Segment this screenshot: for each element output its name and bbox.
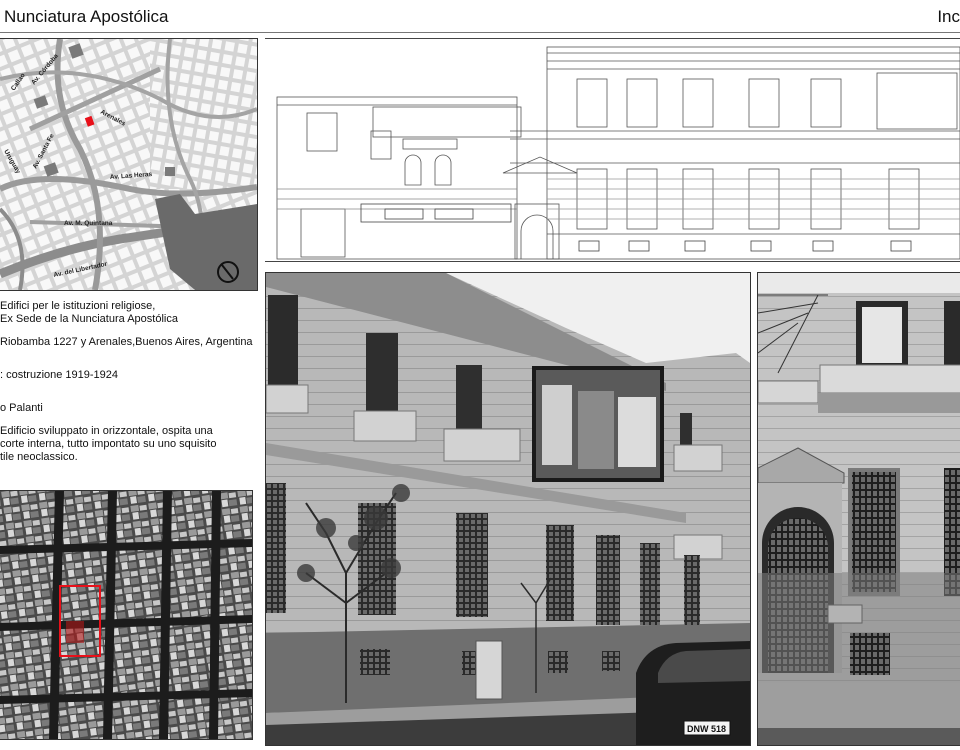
facade-elevation-drawing [265, 38, 960, 262]
info-architect: o Palanti [0, 402, 43, 414]
location-map: Av. Córdoba Callao Arenales Av. Santa Fe… [0, 38, 258, 291]
info-desc-3: tile neoclassico. [0, 451, 78, 463]
entrance-photo [757, 272, 960, 746]
building-info: Edifici per le istituzioni religiose, Ex… [0, 300, 255, 464]
info-name: Ex Sede de la Nunciatura Apostólica [0, 313, 178, 325]
parked-car: DNW 518 [636, 641, 750, 745]
street-label-quintana: Av. M. Quintana [64, 220, 113, 227]
license-plate: DNW 518 [687, 724, 726, 734]
page-title: Nunciatura Apostólica [4, 7, 169, 26]
info-desc-1: Edificio sviluppato in orizzontale, ospi… [0, 425, 213, 437]
info-address: Riobamba 1227 y Arenales,Buenos Aires, A… [0, 336, 253, 348]
aerial-photo [0, 490, 253, 740]
street-photo: DNW 518 [265, 272, 751, 746]
info-desc-2: corte interna, tutto impontato su uno sq… [0, 438, 217, 450]
info-construction: : costruzione 1919-1924 [0, 369, 119, 381]
info-type: Edifici per le istituzioni religiose, [0, 300, 156, 312]
header-right-text: Inc [937, 7, 960, 26]
header-bar: Nunciatura Apostólica Inc [0, 0, 960, 33]
